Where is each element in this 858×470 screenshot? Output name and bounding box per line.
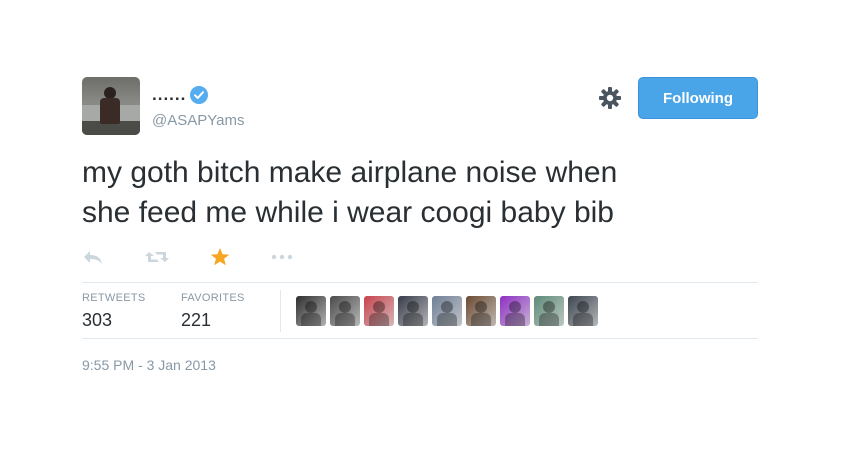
stats-separator xyxy=(280,290,281,332)
user-handle[interactable]: @ASAPYams xyxy=(152,112,244,130)
user-avatar[interactable] xyxy=(82,77,140,135)
tweet-text-line-2: she feed me while i wear coogi baby bib xyxy=(82,196,614,229)
display-name[interactable]: ...... xyxy=(152,84,186,106)
favoriter-avatar-1[interactable] xyxy=(296,296,326,326)
more-options-icon[interactable] xyxy=(270,246,294,268)
gear-icon[interactable] xyxy=(598,86,622,110)
favorites-count[interactable]: 221 xyxy=(181,310,211,331)
tweet-text: my goth bitch make airplane noise when s… xyxy=(82,153,762,233)
reply-icon[interactable] xyxy=(82,246,104,268)
tweet-text-line-1: my goth bitch make airplane noise when xyxy=(82,156,618,189)
tweet-timestamp[interactable]: 9:55 PM - 3 Jan 2013 xyxy=(82,357,216,373)
verified-badge-icon xyxy=(190,86,208,104)
favoriter-avatar-7[interactable] xyxy=(500,296,530,326)
favoriter-avatar-5[interactable] xyxy=(432,296,462,326)
tweet-card: ...... @ASAPYams Following my goth bitch… xyxy=(0,0,858,470)
favorites-label[interactable]: FAVORITES xyxy=(181,292,245,304)
retweets-count[interactable]: 303 xyxy=(82,310,112,331)
divider xyxy=(82,338,758,339)
divider xyxy=(82,282,758,283)
favorite-star-icon[interactable] xyxy=(210,246,230,268)
favoriter-avatar-2[interactable] xyxy=(330,296,360,326)
following-button[interactable]: Following xyxy=(638,77,758,119)
favoriter-avatar-6[interactable] xyxy=(466,296,496,326)
retweets-label[interactable]: RETWEETS xyxy=(82,292,146,304)
favoriter-avatar-9[interactable] xyxy=(568,296,598,326)
retweet-icon[interactable] xyxy=(144,246,170,268)
favoriter-avatar-3[interactable] xyxy=(364,296,394,326)
favoriter-avatar-4[interactable] xyxy=(398,296,428,326)
favoriter-avatar-8[interactable] xyxy=(534,296,564,326)
